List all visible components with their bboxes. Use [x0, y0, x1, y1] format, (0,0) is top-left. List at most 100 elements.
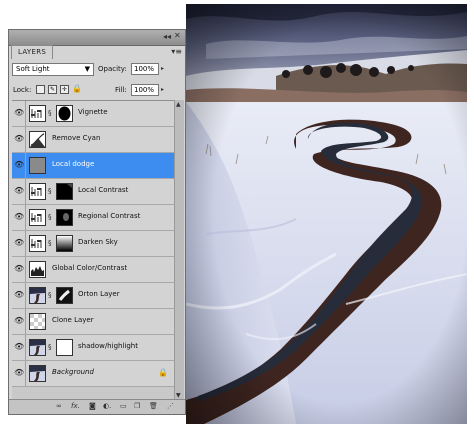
levels-icon[interactable] [29, 209, 46, 226]
layer-row[interactable]: 👁 Clone Layer [12, 309, 174, 335]
layer-row[interactable]: 👁 § shadow/highlight [12, 335, 174, 361]
add-mask-icon[interactable]: ◙ [89, 402, 96, 411]
lock-image-icon[interactable]: ✎ [48, 85, 57, 94]
visibility-toggle[interactable]: 👁 [12, 101, 26, 126]
lock-transparent-icon[interactable] [36, 85, 45, 94]
lock-icon: 🔒 [158, 368, 168, 377]
visibility-toggle[interactable]: 👁 [12, 257, 26, 282]
chain-link-icon[interactable]: § [48, 109, 52, 117]
visibility-toggle[interactable]: 👁 [12, 205, 26, 230]
tab-layers[interactable]: LAYERS [11, 45, 54, 59]
eye-icon: 👁 [14, 160, 25, 169]
layer-name[interactable]: Global Color/Contrast [52, 264, 127, 272]
fx-icon[interactable]: fx. [71, 402, 80, 411]
curves-icon[interactable] [29, 131, 46, 148]
opacity-value: 100% [134, 65, 155, 73]
layer-row[interactable]: 👁 Background 🔒 [12, 361, 174, 387]
levels-icon[interactable] [29, 235, 46, 252]
dark-mask[interactable] [56, 183, 73, 200]
chain-link-icon[interactable]: § [48, 291, 52, 299]
layer-row[interactable]: 👁 § Regional Contrast [12, 205, 174, 231]
layer-row[interactable]: 👁 Global Color/Contrast [12, 257, 174, 283]
opacity-field[interactable]: 100% [131, 63, 159, 75]
resize-grip-icon[interactable]: ⋰ [167, 402, 174, 411]
eye-icon: 👁 [14, 212, 25, 221]
visibility-toggle[interactable]: 👁 [12, 179, 26, 204]
histogram-icon[interactable] [29, 261, 46, 278]
visibility-toggle[interactable]: 👁 [12, 309, 26, 334]
new-group-icon[interactable]: ▭ [120, 402, 127, 411]
layer-row[interactable]: 👁 § Orton Layer [12, 283, 174, 309]
link-layers-icon[interactable]: ∞ [56, 402, 62, 411]
chain-link-icon[interactable]: § [48, 213, 52, 221]
eye-icon: 👁 [14, 108, 25, 117]
collapse-icon[interactable]: ◂◂ [163, 32, 171, 41]
panel-menu-icon[interactable]: ▾≡ [171, 47, 182, 56]
visibility-toggle[interactable]: 👁 [12, 335, 26, 360]
opacity-label: Opacity: [98, 65, 127, 73]
chevron-down-icon: ▼ [84, 65, 90, 73]
blend-mode-select[interactable]: Soft Light ▼ [12, 63, 94, 76]
panel-titlebar[interactable]: ◂◂ ✕ [9, 30, 185, 46]
orton-mask[interactable] [56, 287, 73, 304]
visibility-toggle[interactable]: 👁 [12, 283, 26, 308]
layer-name[interactable]: Background [52, 368, 94, 376]
lock-label: Lock: [13, 86, 32, 94]
layer-name[interactable]: shadow/highlight [78, 342, 138, 350]
document-canvas[interactable] [186, 4, 467, 424]
white-mask[interactable] [56, 339, 73, 356]
layer-name[interactable]: Darken Sky [78, 238, 118, 246]
layer-list: 👁 § Vignette 👁 Remove Cyan 👁 Local dodge 👁 § Loca… [12, 100, 174, 401]
visibility-toggle[interactable]: 👁 [12, 361, 26, 386]
lock-all-icon[interactable]: 🔒 [72, 85, 82, 94]
visibility-toggle[interactable]: 👁 [12, 231, 26, 256]
fill-slider-icon[interactable]: ▸ [161, 86, 164, 93]
adjustment-layer-icon[interactable]: ◐. [103, 402, 111, 411]
layer-name[interactable]: Vignette [78, 108, 108, 116]
opacity-slider-icon[interactable]: ▸ [161, 65, 164, 72]
eye-icon: 👁 [14, 134, 25, 143]
levels-icon[interactable] [29, 105, 46, 122]
layer-list-scrollbar[interactable]: ▲ ▼ [174, 100, 184, 400]
photo-thumb[interactable] [29, 287, 46, 304]
photo-thumb[interactable] [29, 339, 46, 356]
layer-row[interactable]: 👁 § Local Contrast [12, 179, 174, 205]
gray-fill[interactable] [29, 157, 46, 174]
visibility-toggle[interactable]: 👁 [12, 127, 26, 152]
gradient-mask[interactable] [56, 235, 73, 252]
layer-name[interactable]: Orton Layer [78, 290, 120, 298]
chain-link-icon[interactable]: § [48, 343, 52, 351]
dark-spot-mask[interactable] [56, 209, 73, 226]
chain-link-icon[interactable]: § [48, 187, 52, 195]
layer-name[interactable]: Clone Layer [52, 316, 94, 324]
layer-row[interactable]: 👁 Local dodge [12, 153, 174, 179]
levels-icon[interactable] [29, 183, 46, 200]
scroll-down-icon[interactable]: ▼ [176, 392, 181, 399]
layer-row[interactable]: 👁 § Vignette [12, 101, 174, 127]
fill-field[interactable]: 100% [131, 84, 159, 96]
close-icon[interactable]: ✕ [174, 32, 182, 40]
chain-link-icon[interactable]: § [48, 239, 52, 247]
eye-icon: 👁 [14, 264, 25, 273]
layer-name[interactable]: Local Contrast [78, 186, 128, 194]
layer-row[interactable]: 👁 Remove Cyan [12, 127, 174, 153]
new-layer-icon[interactable]: ❐ [134, 402, 140, 411]
trash-icon[interactable]: 🗑 [149, 402, 158, 411]
blend-row: Soft Light ▼ Opacity: 100% ▸ [9, 61, 185, 79]
blend-mode-value: Soft Light [16, 65, 50, 73]
layer-row[interactable]: 👁 § Darken Sky [12, 231, 174, 257]
panel-footer: ∞ fx. ◙ ◐. ▭ ❐ 🗑 ⋰ [9, 399, 185, 414]
eye-icon: 👁 [14, 290, 25, 299]
eye-icon: 👁 [14, 368, 25, 377]
lock-position-icon[interactable]: ✛ [60, 85, 69, 94]
photo-thumb[interactable] [29, 365, 46, 382]
eye-icon: 👁 [14, 238, 25, 247]
transparent-thumb[interactable] [29, 313, 46, 330]
layer-name[interactable]: Regional Contrast [78, 212, 140, 220]
fill-value: 100% [134, 86, 155, 94]
vignette-mask[interactable] [56, 105, 73, 122]
layer-name[interactable]: Remove Cyan [52, 134, 100, 142]
layer-name[interactable]: Local dodge [52, 160, 94, 168]
scroll-up-icon[interactable]: ▲ [176, 101, 181, 108]
visibility-toggle[interactable]: 👁 [12, 153, 26, 178]
